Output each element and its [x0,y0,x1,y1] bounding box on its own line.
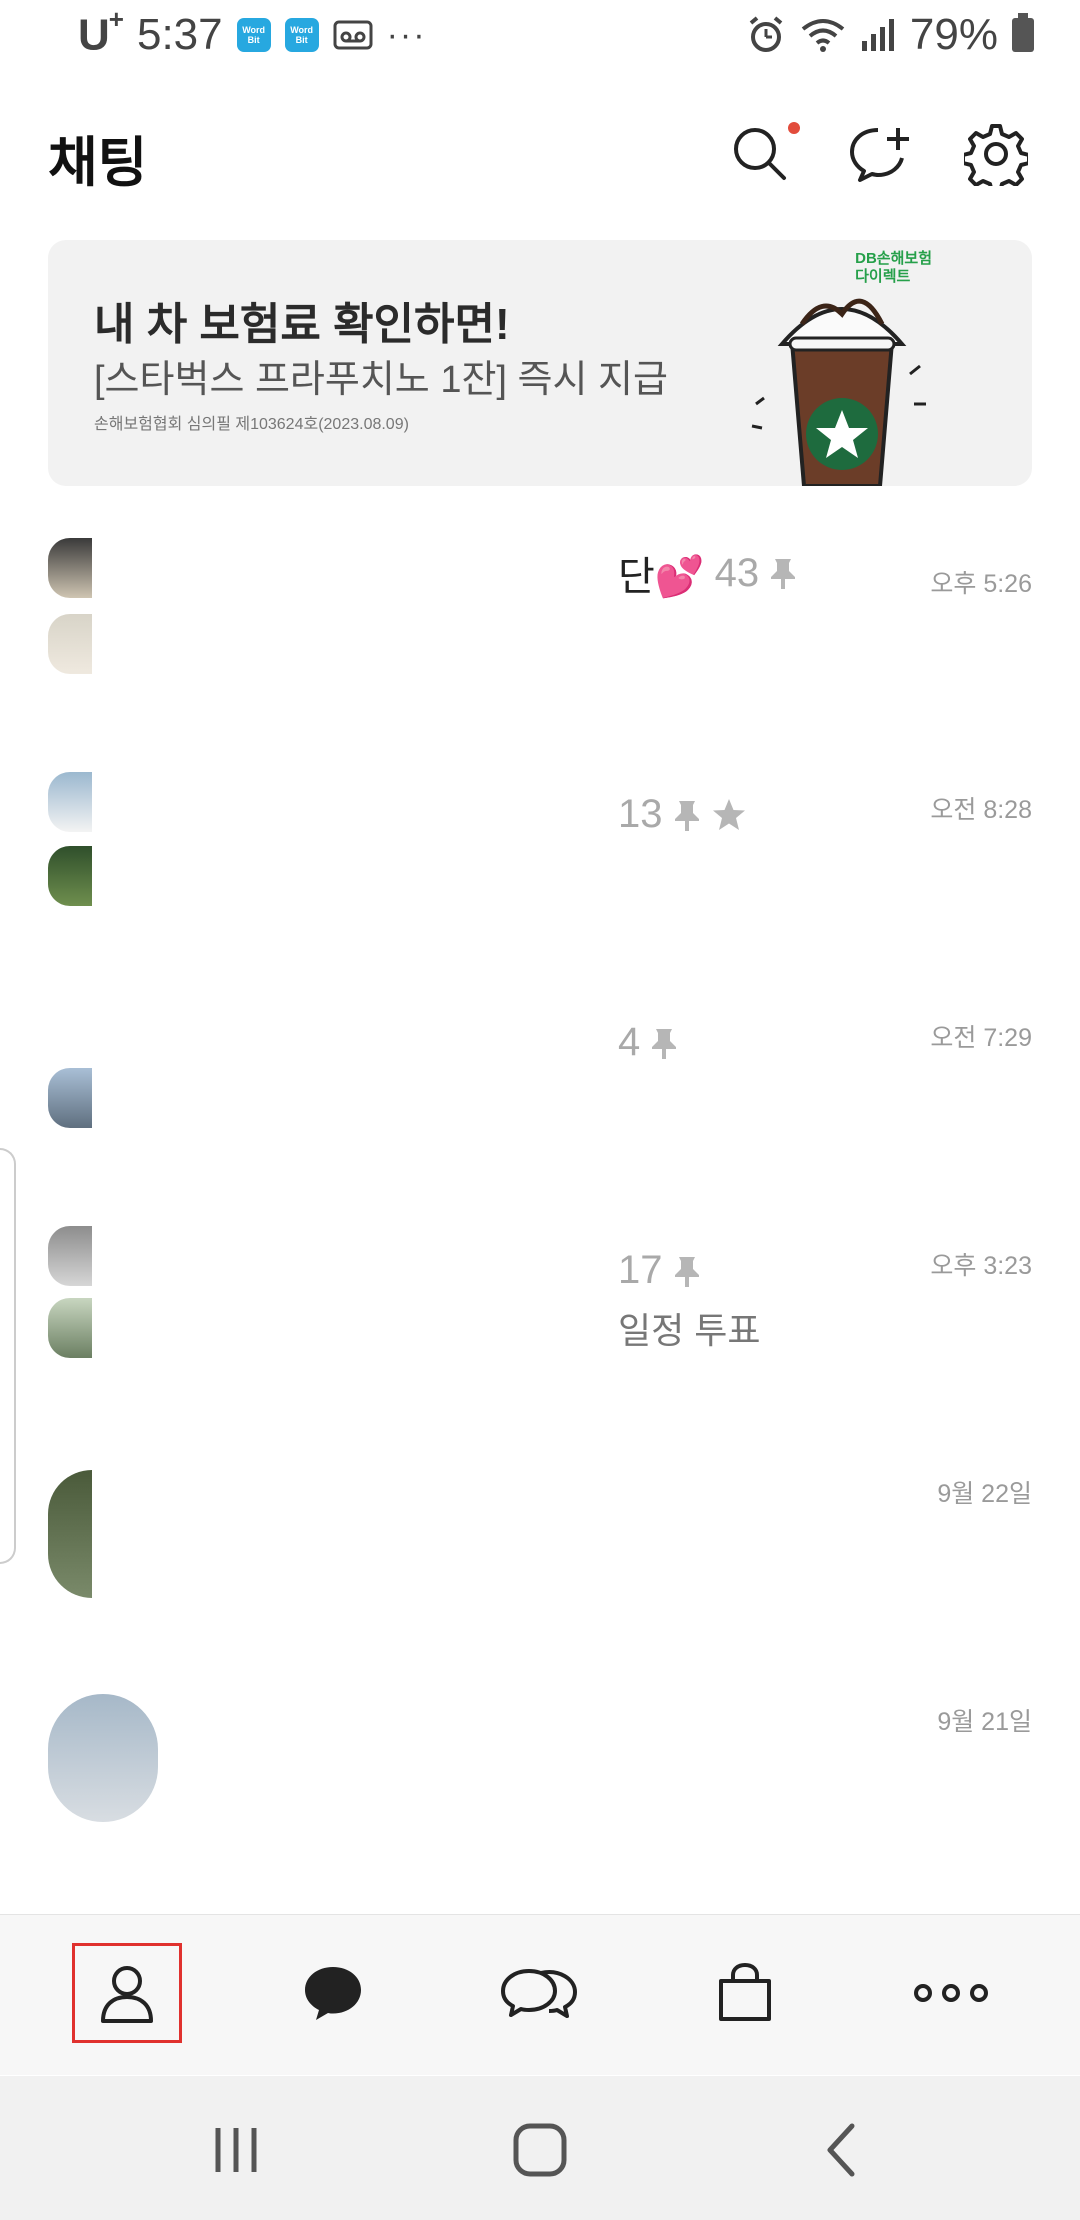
chat-avatar [48,1450,158,1600]
chat-list-item[interactable]: 17 일정 투표 오후 3:23 [0,1222,1080,1450]
banner-subline: [스타벅스 프라푸치노 1잔] 즉시 지급 [94,359,668,401]
chat-timestamp: 오후 3:23 [930,1252,1032,1280]
voicemail-icon [333,20,373,50]
page-title: 채팅 [48,133,148,193]
battery-percent: 79% [909,10,998,59]
openchat-icon [501,1969,577,2018]
chat-avatar [48,994,158,1144]
bottom-navigation [0,1914,1080,2075]
more-notifications-icon: ··· [386,15,427,54]
settings-icon[interactable] [964,122,1028,186]
status-bar: U+ 5:37 Word Bit Word Bit ··· 79% [0,0,1080,72]
more-icon [914,1984,988,2002]
chat-timestamp: 9월 22일 [937,1480,1032,1508]
clock: 5:37 [136,10,223,60]
recent-apps-icon[interactable] [206,2120,266,2180]
chat-list-item[interactable]: 단💕 43 오후 5:26 [0,538,1080,766]
pin-icon [674,1256,699,1287]
member-count: 13 [618,792,663,836]
system-navigation-bar [0,2076,1080,2220]
chat-list-item[interactable]: 9월 21일 [0,1678,1080,1906]
scroll-handle[interactable] [0,1148,16,1564]
chat-list-item[interactable]: 9월 22일 [0,1450,1080,1678]
more-tab[interactable] [896,1943,1006,2043]
wordbit-app-icon: Word Bit [236,18,271,53]
wifi-icon [801,19,845,52]
signal-icon [861,19,894,51]
back-icon[interactable] [812,2120,872,2180]
chat-timestamp: 오전 8:28 [930,796,1032,824]
new-chat-icon[interactable] [848,122,912,186]
search-icon[interactable] [728,122,792,186]
shopping-icon [719,1962,771,2021]
chat-list-item[interactable]: 4 오전 7:29 [0,994,1080,1222]
chat-timestamp: 9월 21일 [937,1708,1032,1736]
carrier-label: U+ [78,4,124,60]
ad-banner[interactable]: 내 차 보험료 확인하면! [스타벅스 프라푸치노 1잔] 즉시 지급 손해보험… [48,240,1032,486]
member-count: 4 [618,1020,641,1064]
pin-icon [652,1028,677,1059]
chat-timestamp: 오전 7:29 [930,1024,1032,1052]
last-message-preview: 일정 투표 [618,1310,761,1351]
chat-avatar [48,1222,158,1372]
chat-header: 채팅 [0,100,1080,210]
chats-icon [305,1967,361,2020]
chat-avatar [48,1678,158,1828]
wordbit-app-icon: Word Bit [284,18,319,53]
chat-timestamp: 오후 5:26 [930,570,1032,598]
chat-avatar [48,538,158,688]
chat-avatar [48,766,158,916]
openchat-tab[interactable] [484,1943,594,2043]
member-count: 43 [714,550,760,595]
star-icon [712,798,745,830]
chats-tab[interactable] [278,1943,388,2043]
home-icon[interactable] [510,2120,570,2180]
chat-list-item[interactable]: 13 오전 8:28 [0,766,1080,994]
pin-icon [674,800,699,831]
alarm-icon [749,16,783,52]
member-count: 17 [618,1248,663,1292]
shopping-tab[interactable] [690,1943,800,2043]
friends-icon [101,1966,153,2023]
banner-fineprint: 손해보험협회 심의필 제103624호(2023.08.09) [94,416,409,433]
friends-tab[interactable] [72,1943,182,2043]
banner-headline: 내 차 보험료 확인하면! [94,300,510,349]
battery-icon [1012,13,1034,52]
notification-dot [788,122,800,134]
frappuccino-image [751,298,926,486]
chat-title-tail: 단💕 [618,555,705,599]
pin-icon [771,559,796,589]
